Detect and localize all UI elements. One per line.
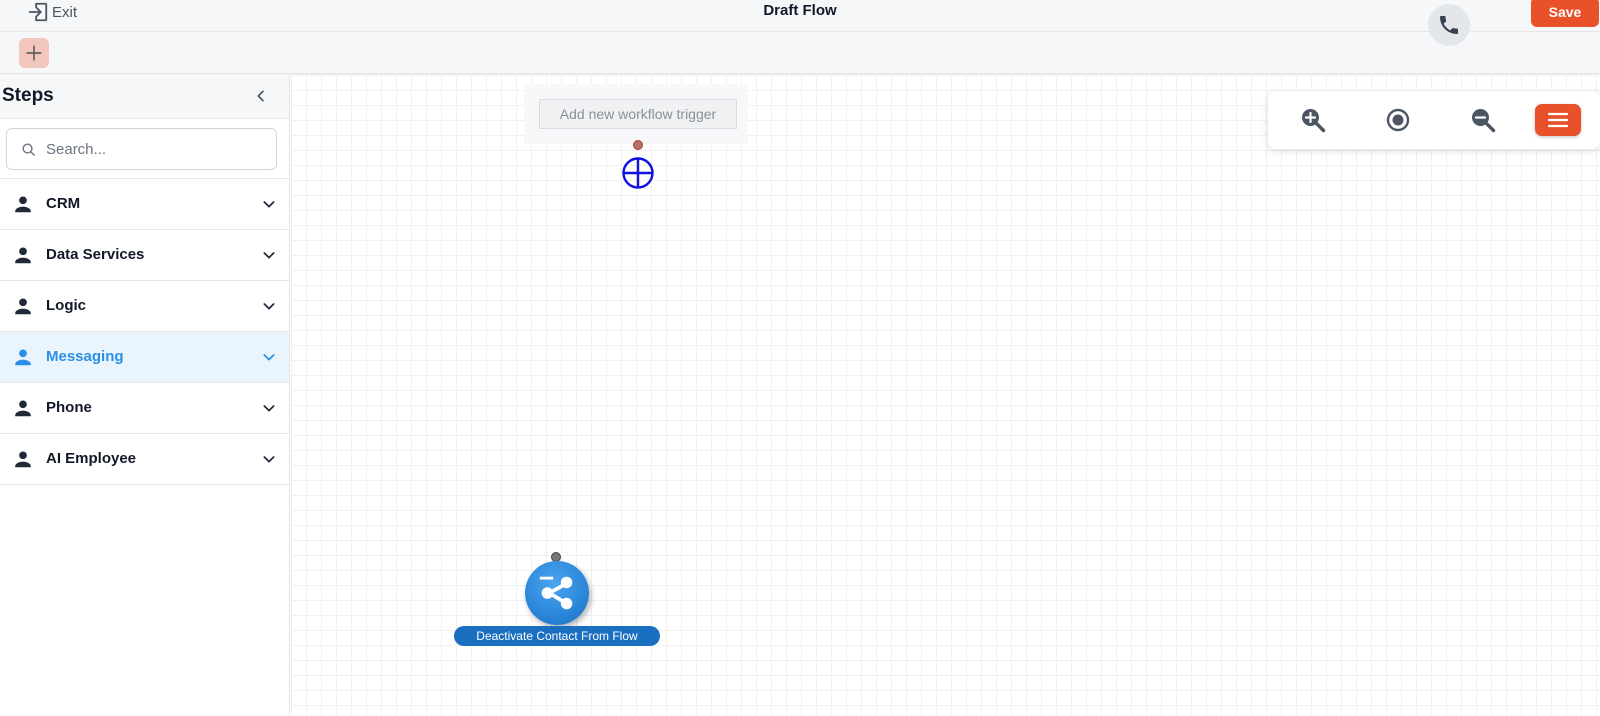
center-icon: [1386, 108, 1410, 132]
zoom-controls: [1268, 91, 1600, 149]
person-icon: [15, 349, 31, 366]
trigger-connector-dot[interactable]: [633, 140, 643, 150]
zoom-out-icon: [1472, 109, 1496, 133]
category-label: CRM: [46, 195, 81, 212]
chevron-down-icon: [263, 354, 275, 361]
search-input[interactable]: [46, 140, 256, 158]
category-item-crm[interactable]: CRM: [0, 179, 289, 230]
steps-title: Steps: [2, 85, 54, 106]
person-icon: [15, 298, 31, 315]
collapse-sidebar-button[interactable]: [250, 85, 272, 107]
exit-icon: [28, 2, 48, 22]
search-box[interactable]: [6, 128, 277, 170]
add-button[interactable]: [19, 38, 49, 68]
chevron-left-icon: [257, 90, 264, 102]
chevron-down-icon: [263, 201, 275, 208]
save-button[interactable]: Save: [1531, 0, 1599, 27]
trigger-panel: Add new workflow trigger: [524, 84, 748, 144]
toolbar: [0, 32, 1600, 74]
exit-button[interactable]: Exit: [27, 1, 77, 23]
category-label: Logic: [46, 297, 86, 314]
workflow-node[interactable]: Deactivate Contact From Flow: [454, 552, 660, 646]
zoom-out-button[interactable]: [1468, 105, 1498, 135]
category-item-ai-employee[interactable]: AI Employee: [0, 434, 289, 485]
category-list: CRM Data Services Logic Messaging Phone …: [0, 179, 289, 485]
category-item-phone[interactable]: Phone: [0, 383, 289, 434]
phone-icon: [1440, 16, 1458, 34]
chevron-down-icon: [263, 456, 275, 463]
category-item-data-services[interactable]: Data Services: [0, 230, 289, 281]
chevron-down-icon: [263, 405, 275, 412]
category-item-messaging[interactable]: Messaging: [0, 332, 289, 383]
zoom-in-icon: [1302, 109, 1326, 133]
category-item-logic[interactable]: Logic: [0, 281, 289, 332]
search-section: [0, 119, 289, 179]
center-view-button[interactable]: [1383, 105, 1413, 135]
share-icon: [539, 576, 573, 610]
menu-button[interactable]: [1535, 104, 1581, 136]
person-icon: [15, 400, 31, 417]
node-icon-circle: [525, 561, 589, 625]
category-label: Messaging: [46, 348, 124, 365]
add-node-icon[interactable]: [621, 156, 655, 190]
workflow-canvas[interactable]: Add new workflow trigger Deactivate Cont…: [291, 75, 1600, 716]
add-workflow-trigger-button[interactable]: Add new workflow trigger: [539, 99, 737, 129]
menu-icon: [1547, 112, 1569, 128]
phone-button[interactable]: [1428, 4, 1470, 46]
plus-icon: [26, 45, 42, 61]
steps-sidebar: Steps CRM Data Services Logic: [0, 75, 290, 716]
steps-header: Steps: [0, 75, 289, 119]
node-label: Deactivate Contact From Flow: [454, 626, 660, 646]
chevron-down-icon: [263, 252, 275, 259]
person-icon: [15, 451, 31, 468]
chevron-down-icon: [263, 303, 275, 310]
top-bar: Exit Draft Flow: [0, 0, 1600, 32]
page-title: Draft Flow: [763, 2, 837, 19]
category-label: Phone: [46, 399, 92, 416]
category-label: Data Services: [46, 246, 145, 263]
search-icon: [22, 143, 35, 156]
zoom-in-button[interactable]: [1298, 105, 1328, 135]
person-icon: [15, 196, 31, 213]
exit-label: Exit: [52, 3, 78, 21]
person-icon: [15, 247, 31, 264]
category-label: AI Employee: [46, 450, 137, 467]
